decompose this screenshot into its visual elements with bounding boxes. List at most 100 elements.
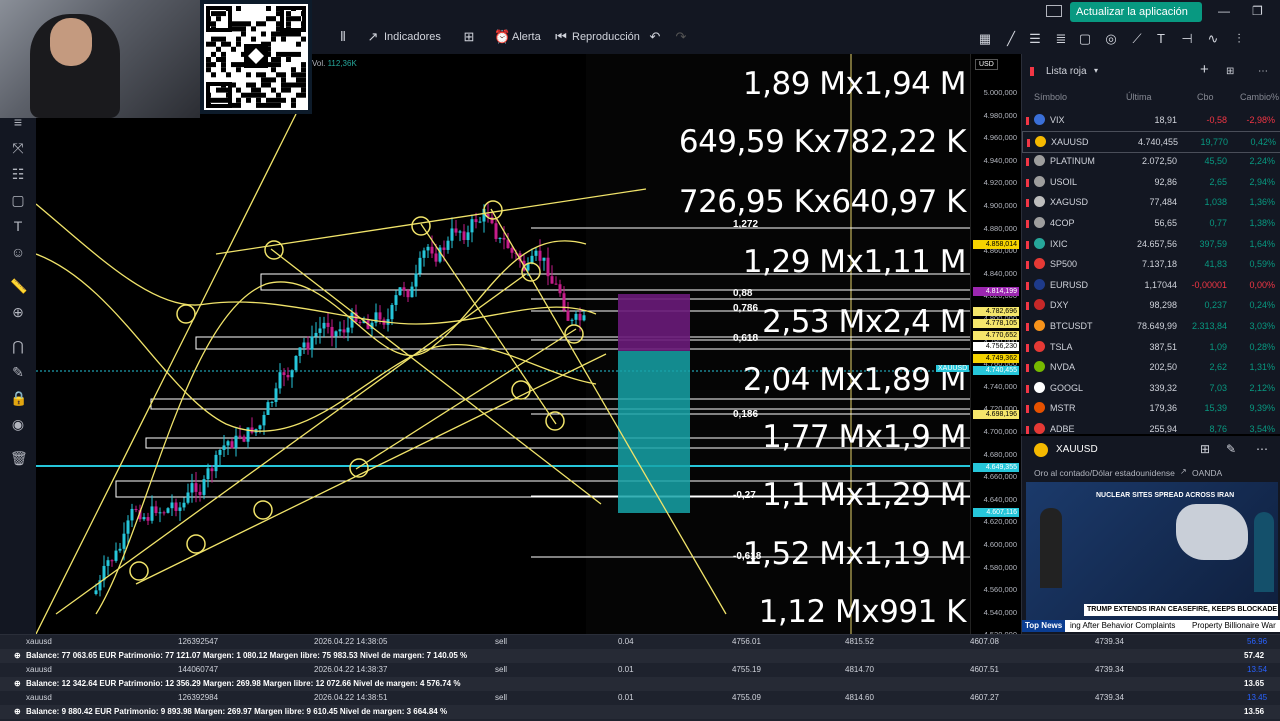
chevron-down-icon[interactable]: ▾ xyxy=(1094,66,1098,75)
add-icon[interactable]: ⊕ xyxy=(14,649,21,663)
watchlist-row[interactable]: EURUSD 1,17044 -0,00001 0,00% xyxy=(1022,275,1280,295)
grid-icon[interactable]: ⊞ xyxy=(1200,442,1210,456)
currency-selector[interactable]: USD xyxy=(975,59,998,70)
circle-icon[interactable]: ◎ xyxy=(1104,32,1118,46)
lock-icon[interactable]: 🔒 xyxy=(10,390,27,406)
candle-body xyxy=(390,304,394,320)
watchlist-row[interactable]: SP500 7.137,18 41,83 0,59% xyxy=(1022,254,1280,274)
qr-cell xyxy=(256,21,261,27)
col-chg[interactable]: Cbo xyxy=(1197,92,1214,102)
undo-button[interactable]: ↶ xyxy=(648,30,662,44)
red-flag-icon xyxy=(1026,426,1029,434)
update-app-button[interactable]: Actualizar la aplicación xyxy=(1070,2,1202,22)
watchlist-row[interactable]: XAUUSD 4.740,455 19,770 0,42% xyxy=(1022,130,1280,153)
watchlist-row[interactable]: VIX 18,91 -0,58 -2,98% xyxy=(1022,110,1280,130)
watchlist-row[interactable]: BTCUSDT 78.649,99 2.313,84 3,03% xyxy=(1022,316,1280,336)
symbol-logo-icon xyxy=(1034,402,1045,414)
eye-icon[interactable]: ◉ xyxy=(10,416,26,432)
pattern-icon[interactable]: ▦ xyxy=(978,32,992,46)
candle-body xyxy=(186,492,190,503)
qr-cell xyxy=(286,51,291,57)
position-row[interactable]: xauusd 144060747 2026.04.22 14:38:37 sell 0.… xyxy=(0,663,1280,677)
layout-icon[interactable]: ⊞ xyxy=(1226,66,1234,77)
position-row[interactable]: xauusd 126392547 2026.04.22 14:38:05 sell 0.… xyxy=(0,635,1280,649)
position-row[interactable]: xauusd 126392984 2026.04.22 14:38:51 sell 0.… xyxy=(0,691,1280,705)
replay-button[interactable]: ⏮ Reproducción xyxy=(554,30,640,44)
magnet-icon[interactable]: ⋂ xyxy=(10,338,26,354)
add-icon[interactable]: ⊕ xyxy=(14,677,21,691)
qr-cell xyxy=(211,11,216,17)
cross-tool-icon[interactable]: ⤧ xyxy=(10,140,26,156)
layouts-button[interactable]: ⊞ xyxy=(462,30,476,44)
detail-symbol[interactable]: XAUUSD xyxy=(1056,444,1098,455)
more-icon[interactable]: ⋯ xyxy=(1256,442,1268,456)
add-icon[interactable]: ⊕ xyxy=(14,705,21,719)
alert-button[interactable]: ⏰ Alerta xyxy=(494,30,541,44)
undo-icon: ↶ xyxy=(649,29,661,44)
more-icon[interactable]: ⫶ xyxy=(1232,32,1246,46)
change-percent: 1,36% xyxy=(1249,197,1275,208)
price-label: 4.900,000 xyxy=(983,201,1017,210)
price-label: 4.660,000 xyxy=(983,472,1017,482)
fib-icon[interactable]: ☰ xyxy=(1028,32,1042,46)
external-link-icon[interactable]: ↗ xyxy=(1180,467,1187,476)
more-options-icon[interactable]: ⋯ xyxy=(1258,66,1268,77)
zoom-icon[interactable]: ⊕ xyxy=(10,304,26,320)
chart-type-button[interactable]: ⫴ xyxy=(336,30,350,44)
minimize-button[interactable]: — xyxy=(1218,4,1230,18)
price-scale[interactable]: USD 5.000,000 4.980,000 4.960,000 4.940,000… xyxy=(970,54,1021,662)
change-percent: 1,64% xyxy=(1249,238,1275,249)
watchlist-row[interactable]: 4COP 56,65 0,77 1,38% xyxy=(1022,213,1280,233)
watchlist-row[interactable]: XAGUSD 77,484 1,038 1,36% xyxy=(1022,192,1280,212)
candle-body xyxy=(402,287,406,291)
position-icon[interactable]: ⊣ xyxy=(1180,32,1194,46)
position-time: 2026.04.22 14:38:37 xyxy=(314,665,388,674)
wave-icon[interactable]: ∿ xyxy=(1206,32,1220,46)
watchlist-row[interactable]: USOIL 92,86 2,65 2,94% xyxy=(1022,172,1280,192)
lines-tool-icon[interactable]: ☷ xyxy=(10,166,26,182)
qr-code xyxy=(200,0,312,114)
watchlist-row[interactable]: IXIC 24.657,56 397,59 1,64% xyxy=(1022,234,1280,254)
text-tool-icon[interactable]: T xyxy=(10,218,26,234)
parallel-icon[interactable]: ≣ xyxy=(1054,32,1068,46)
brush-icon[interactable]: ✎ xyxy=(10,364,26,380)
add-symbol-icon[interactable]: + xyxy=(1200,61,1209,78)
last-price: 56,65 xyxy=(1154,218,1177,228)
watchlist-row[interactable]: DXY 98,298 0,237 0,24% xyxy=(1022,295,1280,315)
trendline-icon[interactable]: ╱ xyxy=(1004,32,1018,46)
price-label: 4.560,000 xyxy=(983,585,1017,595)
red-flag-icon xyxy=(1026,117,1029,125)
rectangle-icon[interactable]: ▢ xyxy=(1078,32,1092,46)
watchlist-row[interactable]: GOOGL 339,32 7,03 2,12% xyxy=(1022,378,1280,398)
indicators-button[interactable]: ↗ Indicadores xyxy=(366,30,441,44)
price-label: 4.700,000 xyxy=(983,427,1017,436)
qr-cell xyxy=(216,11,221,17)
watchlist-row[interactable]: MSTR 179,36 15,39 9,39% xyxy=(1022,398,1280,418)
ruler-icon[interactable]: 📏 xyxy=(10,278,27,294)
col-last[interactable]: Última xyxy=(1126,92,1152,102)
watchlist-row[interactable]: PLATINUM 2.072,50 45,50 2,24% xyxy=(1022,151,1280,171)
shape-tool-icon[interactable]: ▢ xyxy=(10,192,26,208)
path-icon[interactable]: ⟋ xyxy=(1130,32,1144,46)
emoji-icon[interactable]: ☺ xyxy=(10,244,26,260)
edit-icon[interactable]: ✎ xyxy=(1226,442,1236,456)
alarm-icon: ⏰ xyxy=(494,29,511,44)
symbol-name: PLATINUM xyxy=(1050,156,1095,167)
redo-button[interactable]: ↷ xyxy=(674,30,688,44)
news-video[interactable]: NUCLEAR SITES SPREAD ACROSS IRAN TRUMP E… xyxy=(1026,482,1278,620)
trash-icon[interactable]: 🗑 xyxy=(10,450,28,466)
candle-body xyxy=(230,441,234,449)
watchlist-row[interactable]: TSLA 387,51 1,09 0,28% xyxy=(1022,337,1280,357)
watchlist-row[interactable]: NVDA 202,50 2,62 1,31% xyxy=(1022,357,1280,377)
col-pct[interactable]: Cambio% xyxy=(1240,92,1279,102)
monitor-icon[interactable] xyxy=(1046,5,1062,17)
col-symbol[interactable]: Símbolo xyxy=(1034,92,1067,102)
watchlist-title[interactable]: Lista roja xyxy=(1046,66,1087,77)
price-chart[interactable]: Vol. 112,36K 1,89 Mx1,94 M 649,59 Kx782,2… xyxy=(36,54,970,634)
symbol-logo-icon xyxy=(1034,299,1045,311)
qr-cell xyxy=(291,102,296,108)
maximize-button[interactable]: ❐ xyxy=(1252,4,1263,18)
fib-level-label: -0,618 xyxy=(733,551,762,562)
candle-body xyxy=(126,520,130,534)
text-icon[interactable]: T xyxy=(1154,32,1168,46)
